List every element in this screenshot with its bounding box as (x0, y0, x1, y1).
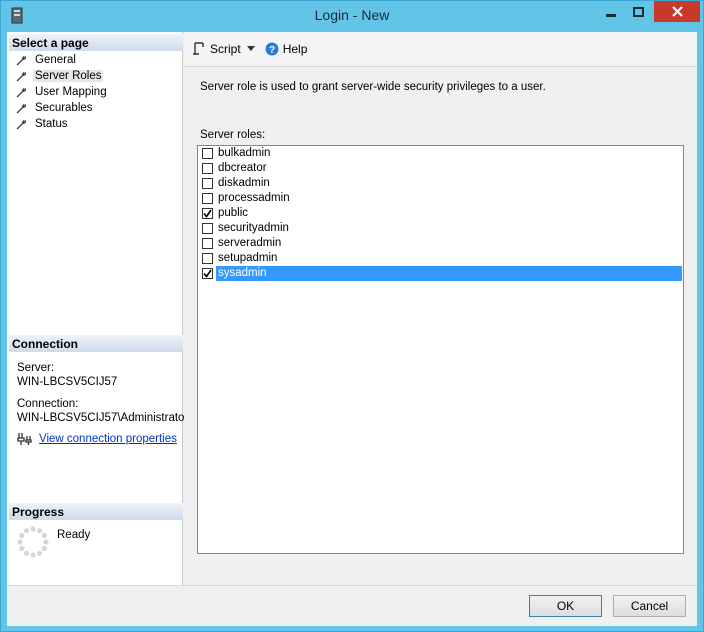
dialog-client-area: Select a page General Server Roles User … (7, 32, 697, 626)
close-button[interactable] (654, 1, 700, 22)
toolbar: Script ? Help (184, 32, 697, 67)
title-bar[interactable]: Login - New (1, 1, 703, 31)
progress-status: Ready (17, 526, 90, 558)
help-label: Help (282, 42, 308, 56)
login-new-window: Login - New Select a page General Server… (0, 0, 704, 632)
page-label: General (35, 54, 76, 66)
role-checkbox[interactable] (202, 208, 213, 219)
wrench-icon (16, 103, 27, 113)
role-checkbox[interactable] (202, 193, 213, 204)
role-row-bulkadmin[interactable]: bulkadmin (198, 146, 683, 161)
role-row-serveradmin[interactable]: serveradmin (198, 236, 683, 251)
page-label: User Mapping (35, 86, 107, 98)
main-panel: Script ? Help Server role is used to gra… (184, 32, 697, 585)
page-item-user-mapping[interactable]: User Mapping (15, 84, 109, 100)
connection-value: WIN-LBCSV5CIJ57\Administrator (17, 412, 189, 424)
server-roles-list[interactable]: bulkadmin dbcreator diskadmin processadm… (197, 145, 684, 554)
wrench-icon (16, 55, 27, 65)
sidebar: Select a page General Server Roles User … (7, 32, 189, 585)
role-checkbox[interactable] (202, 223, 213, 234)
progress-spinner-icon (17, 526, 49, 558)
dialog-footer: OK Cancel (7, 585, 697, 626)
script-dropdown-button[interactable] (246, 46, 259, 52)
role-row-diskadmin[interactable]: diskadmin (198, 176, 683, 191)
page-label: Status (35, 118, 68, 130)
role-row-processadmin[interactable]: processadmin (198, 191, 683, 206)
script-button[interactable]: Script (192, 42, 241, 56)
role-row-securityadmin[interactable]: securityadmin (198, 221, 683, 236)
page-item-server-roles[interactable]: Server Roles (15, 68, 109, 84)
server-value: WIN-LBCSV5CIJ57 (17, 376, 118, 388)
wrench-icon (16, 71, 27, 81)
role-label: public (218, 207, 249, 219)
close-icon (671, 6, 683, 17)
role-label: securityadmin (218, 222, 289, 234)
page-label: Securables (35, 102, 93, 114)
maximize-icon (633, 6, 644, 17)
checkmark-icon (203, 269, 212, 278)
role-row-setupadmin[interactable]: setupadmin (198, 251, 683, 266)
role-checkbox[interactable] (202, 163, 213, 174)
role-label: serveradmin (218, 237, 282, 249)
role-checkbox[interactable] (202, 268, 213, 279)
maximize-button[interactable] (625, 1, 652, 22)
role-label: diskadmin (218, 177, 270, 189)
role-row-sysadmin[interactable]: sysadmin (198, 266, 683, 281)
description-text: Server role is used to grant server-wide… (200, 81, 546, 93)
connection-header: Connection (9, 335, 183, 352)
minimize-icon (605, 13, 616, 17)
server-roles-label: Server roles: (200, 129, 266, 141)
role-label: sysadmin (216, 266, 682, 281)
role-label: setupadmin (218, 252, 278, 264)
role-row-public[interactable]: public (198, 206, 683, 221)
role-label: dbcreator (218, 162, 267, 174)
connection-properties-icon (17, 433, 32, 445)
role-checkbox[interactable] (202, 238, 213, 249)
page-list: General Server Roles User Mapping Secura… (15, 52, 109, 132)
role-row-dbcreator[interactable]: dbcreator (198, 161, 683, 176)
progress-header: Progress (9, 503, 183, 520)
help-icon: ? (265, 42, 279, 56)
dropdown-arrow-icon (246, 46, 255, 51)
connection-info: Server: WIN-LBCSV5CIJ57 Connection: WIN-… (17, 362, 189, 426)
cancel-button[interactable]: Cancel (613, 595, 686, 617)
view-connection-properties[interactable]: View connection properties (17, 432, 177, 446)
role-checkbox[interactable] (202, 148, 213, 159)
server-label: Server: (17, 362, 55, 374)
script-icon (193, 42, 204, 55)
role-label: bulkadmin (218, 147, 271, 159)
help-button[interactable]: ? Help (265, 42, 308, 56)
wrench-icon (16, 87, 27, 97)
page-label: Server Roles (33, 70, 104, 82)
checkmark-icon (203, 209, 212, 218)
page-item-status[interactable]: Status (15, 116, 109, 132)
progress-status-text: Ready (57, 529, 91, 541)
svg-text:?: ? (269, 45, 275, 56)
role-checkbox[interactable] (202, 178, 213, 189)
script-label: Script (210, 42, 241, 56)
role-label: processadmin (218, 192, 290, 204)
select-page-header: Select a page (9, 34, 183, 51)
view-connection-properties-link[interactable]: View connection properties (39, 433, 177, 445)
page-item-general[interactable]: General (15, 52, 109, 68)
connection-label: Connection: (17, 398, 79, 410)
wrench-icon (16, 119, 27, 129)
role-checkbox[interactable] (202, 253, 213, 264)
minimize-button[interactable] (597, 1, 624, 22)
ok-button[interactable]: OK (529, 595, 602, 617)
page-item-securables[interactable]: Securables (15, 100, 109, 116)
